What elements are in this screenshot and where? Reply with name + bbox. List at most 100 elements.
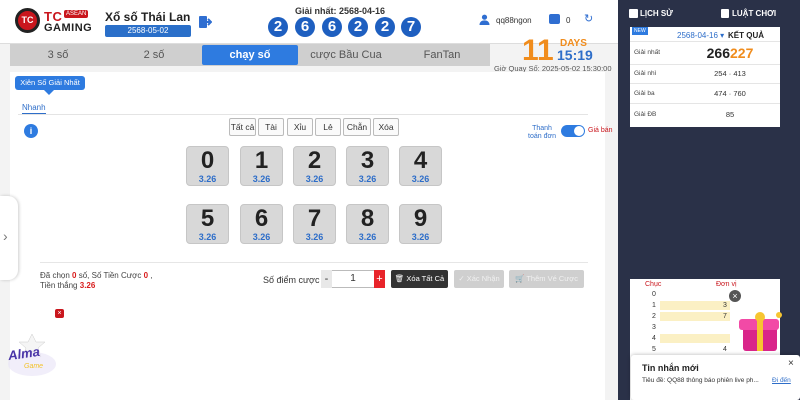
odds: 3.26: [198, 232, 217, 242]
divider: [630, 41, 780, 42]
lottery-date-badge: 2568-05-02: [105, 25, 191, 37]
tab-2-so[interactable]: 2 số: [106, 44, 202, 66]
bet-value: 0: [143, 271, 149, 280]
lottery-name: Xổ số Thái Lan: [105, 10, 191, 24]
digit: 8: [360, 205, 375, 232]
tab-3-so[interactable]: 3 số: [10, 44, 106, 66]
result-ball: 2: [375, 17, 395, 37]
xien-arrow-icon: [44, 90, 54, 95]
number-8-button[interactable]: 8 3.26: [346, 204, 389, 244]
gift-box-icon[interactable]: [735, 309, 787, 355]
notification-go-link[interactable]: Đi đến: [772, 377, 791, 384]
chosen-value: 0: [72, 271, 77, 280]
subtab-nhanh[interactable]: Nhanh: [22, 103, 46, 114]
quick-le-button[interactable]: Lẻ: [315, 118, 341, 136]
chevron-down-icon: ▾: [717, 31, 725, 40]
notification-close-icon[interactable]: ×: [788, 358, 794, 369]
odds: 3.26: [358, 232, 377, 242]
divider: [630, 83, 780, 84]
new-badge: NEW: [632, 27, 648, 35]
prize-first-tail: 227: [730, 45, 754, 61]
result-ball: 2: [268, 17, 288, 37]
odds: 3.26: [305, 232, 324, 242]
results-date: 2568-04-16: [677, 31, 718, 40]
stepper-plus-button[interactable]: +: [374, 270, 385, 288]
user-icon[interactable]: [479, 14, 490, 25]
rules-icon: [721, 9, 729, 18]
tab-fantan[interactable]: FanTan: [394, 44, 490, 66]
divider: [40, 262, 588, 263]
prize-first-value: 266227: [690, 45, 770, 61]
exit-icon[interactable]: [198, 15, 212, 29]
confirm-button[interactable]: ✓ Xác Nhận: [454, 270, 504, 288]
result-ball: 6: [322, 17, 342, 37]
stats-row-label: 0: [652, 291, 656, 298]
win-label: Tiền thắng: [40, 281, 78, 290]
stats-col-left: Chục: [645, 281, 662, 288]
number-1-button[interactable]: 1 3.26: [240, 146, 283, 186]
number-5-button[interactable]: 5 3.26: [186, 204, 229, 244]
number-2-button[interactable]: 2 3.26: [293, 146, 336, 186]
number-9-button[interactable]: 9 3.26: [399, 204, 442, 244]
results-title: KẾT QUẢ: [728, 31, 764, 40]
history-icon: [629, 9, 638, 18]
check-icon: ✓: [458, 274, 467, 283]
win-value: 3.26: [79, 281, 96, 290]
prize-name: Giải ĐB: [634, 111, 657, 118]
digit: 7: [307, 205, 322, 232]
number-3-button[interactable]: 3 3.26: [346, 146, 389, 186]
number-7-button[interactable]: 7 3.26: [293, 204, 336, 244]
username[interactable]: qq88ngon: [496, 16, 532, 25]
add-ticket-label: Thêm Vé Cược: [526, 274, 578, 283]
add-ticket-button[interactable]: 🛒 Thêm Vé Cược: [509, 270, 584, 288]
divider: [630, 64, 780, 65]
payment-toggle-label: Thanh toán đơn: [528, 125, 556, 140]
number-0-button[interactable]: 0 3.26: [186, 146, 229, 186]
game-tabs: 3 số 2 số chạy số cược Bầu Cua FanTan: [10, 44, 490, 66]
close-icon[interactable]: ×: [729, 290, 741, 302]
tab-bau-cua[interactable]: cược Bầu Cua: [298, 44, 394, 66]
notification-title: Tin nhắn mới: [642, 363, 699, 373]
trash-icon: 🗑: [394, 274, 407, 283]
clear-all-button[interactable]: 🗑 Xóa Tất Cả: [391, 270, 448, 288]
confirm-label: Xác Nhận: [466, 274, 500, 283]
quick-all-button[interactable]: Tất cả: [229, 118, 256, 136]
close-icon[interactable]: ×: [55, 309, 64, 318]
odds: 3.26: [252, 232, 271, 242]
logo-region-badge: ASEAN: [64, 10, 89, 18]
chosen-label: Đã chọn: [40, 271, 70, 280]
rules-link[interactable]: LUẬT CHƠI: [732, 9, 776, 18]
digit: 6: [254, 205, 269, 232]
logo-mark-icon: TC: [15, 8, 40, 33]
tab-chay-so[interactable]: chạy số: [202, 45, 298, 65]
digit: 4: [413, 147, 428, 174]
odds: 3.26: [252, 174, 271, 184]
refresh-icon[interactable]: ↻: [584, 14, 595, 25]
stepper-minus-button[interactable]: -: [321, 270, 332, 288]
results-date-select[interactable]: 2568-04-16 ▾: [677, 31, 724, 40]
odds: 3.26: [198, 174, 217, 184]
countdown-time: 15:19: [557, 47, 593, 63]
quick-xiu-button[interactable]: Xỉu: [287, 118, 313, 136]
quick-chan-button[interactable]: Chẵn: [343, 118, 371, 136]
prize-value: 85: [725, 110, 735, 119]
result-ball: 2: [348, 17, 368, 37]
stepper-value-input[interactable]: 1: [332, 270, 374, 288]
toggle-knob: [574, 126, 584, 136]
quick-tai-button[interactable]: Tài: [258, 118, 284, 136]
logo-sub: GAMING: [44, 22, 93, 34]
digit: 2: [307, 147, 322, 174]
number-4-button[interactable]: 4 3.26: [399, 146, 442, 186]
chevron-right-icon: ›: [3, 228, 8, 244]
info-icon[interactable]: i: [24, 124, 38, 138]
prize-name: Giải nhì: [634, 70, 657, 77]
prize-first-main: 266: [706, 45, 730, 61]
prize-value: 254 · 413: [714, 69, 746, 78]
quick-clear-button[interactable]: Xóa: [373, 118, 399, 136]
result-ball: 6: [295, 17, 315, 37]
xien-so-button[interactable]: Xiên Số Giải Nhất: [15, 76, 85, 90]
summary-line-2: Tiền thắng 3.26: [40, 281, 95, 290]
number-6-button[interactable]: 6 3.26: [240, 204, 283, 244]
divider: [18, 114, 588, 115]
history-link[interactable]: LỊCH SỬ: [640, 9, 673, 18]
